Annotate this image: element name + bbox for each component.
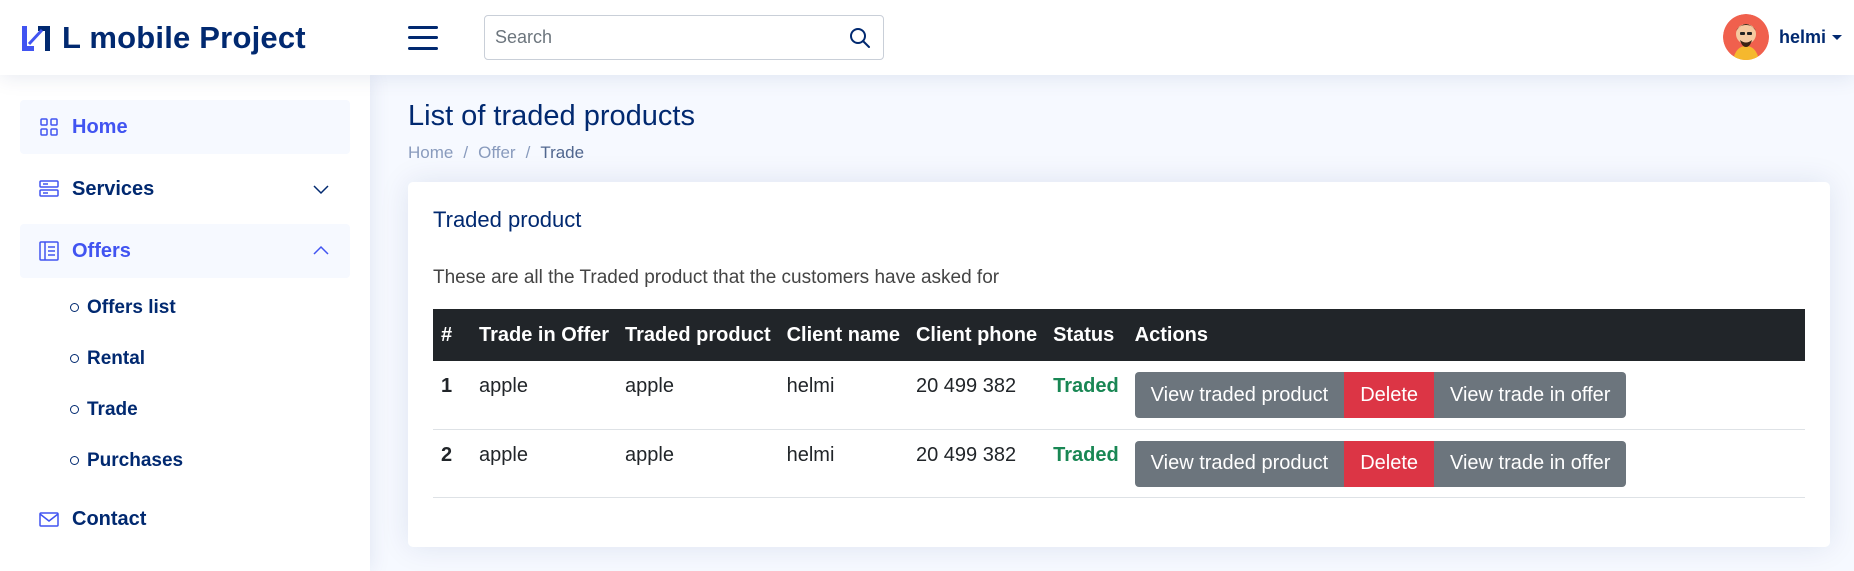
status-badge: Traded (1053, 375, 1119, 397)
breadcrumb-home[interactable]: Home (408, 143, 453, 163)
logo-text: L mobile Project (62, 19, 306, 55)
submenu-item-purchases[interactable]: Purchases (70, 435, 350, 486)
sidebar-item-label: Contact (72, 507, 147, 530)
column-header-client-name: Client name (786, 323, 900, 346)
circle-icon (70, 303, 79, 312)
status-badge: Traded (1053, 443, 1119, 466)
cell-index: 1 (441, 375, 453, 397)
search-input[interactable] (485, 27, 837, 48)
sidebar-item-home[interactable]: Home (20, 100, 350, 154)
submenu-item-label: Purchases (87, 449, 184, 471)
cell-actions: View traded product Delete View trade in… (1127, 361, 1805, 429)
avatar (1722, 14, 1769, 60)
cell-client-phone: 20 499 382 (915, 443, 1017, 466)
delete-button[interactable]: Delete (1344, 440, 1434, 487)
column-header-index: # (441, 323, 453, 346)
breadcrumb-offer[interactable]: Offer (478, 143, 515, 163)
column-header-trade-in-offer: Trade in Offer (479, 323, 610, 346)
envelope-icon (38, 508, 60, 530)
cell-client-name: helmi (786, 375, 835, 397)
sidebar-item-label: Offers (72, 239, 131, 262)
table-row: 1 apple apple helmi 20 499 382 Traded Vi… (433, 361, 1805, 429)
submenu-item-rental[interactable]: Rental (70, 333, 350, 384)
sidebar-item-contact[interactable]: Contact (20, 492, 350, 546)
layout-text-icon (38, 240, 60, 262)
traded-product-card: Traded product These are all the Traded … (408, 182, 1830, 547)
column-header-traded-product: Traded product (625, 323, 771, 346)
toggle-sidebar-icon[interactable] (408, 25, 438, 50)
traded-products-table: # Trade in Offer Traded product Client n… (433, 309, 1805, 498)
sidebar-item-label: Home (72, 115, 128, 138)
cell-traded-product: apple (625, 375, 674, 397)
view-trade-in-offer-button[interactable]: View trade in offer (1434, 372, 1627, 418)
view-traded-product-button[interactable]: View traded product (1134, 372, 1345, 418)
search-icon (850, 27, 870, 48)
sidebar: Home Services Offers Offers list Rental … (0, 75, 370, 571)
column-header-status: Status (1053, 323, 1115, 346)
circle-icon (70, 405, 79, 414)
cell-trade-in-offer: apple (479, 375, 528, 397)
submenu-item-label: Rental (87, 347, 146, 369)
card-description: These are all the Traded product that th… (433, 267, 1000, 288)
view-traded-product-button[interactable]: View traded product (1134, 440, 1345, 487)
column-header-actions: Actions (1134, 323, 1208, 346)
circle-icon (70, 456, 79, 465)
logo-icon (22, 25, 50, 51)
chevron-down-icon (313, 185, 329, 195)
table-header-row: # Trade in Offer Traded product Client n… (433, 309, 1805, 361)
sidebar-item-offers[interactable]: Offers (20, 224, 350, 278)
profile-dropdown[interactable]: helmi (1722, 14, 1842, 60)
profile-name: helmi (1778, 26, 1826, 47)
grid-icon (38, 116, 60, 138)
submenu-item-trade[interactable]: Trade (70, 384, 350, 435)
server-icon (38, 178, 60, 200)
cell-index: 2 (441, 443, 453, 466)
breadcrumb-separator: / (463, 143, 469, 162)
search-bar (484, 15, 884, 60)
cell-trade-in-offer: apple (479, 443, 528, 466)
chevron-up-icon (313, 245, 329, 255)
breadcrumb-separator: / (525, 143, 531, 162)
cell-client-phone: 20 499 382 (915, 375, 1017, 397)
caret-down-icon (1832, 34, 1842, 40)
sidebar-item-label: Services (72, 177, 155, 200)
logo[interactable]: L mobile Project (20, 20, 390, 56)
cell-actions: View traded product Delete View trade in… (1127, 429, 1805, 497)
view-trade-in-offer-button[interactable]: View trade in offer (1434, 440, 1627, 487)
card-title: Traded product (433, 207, 582, 232)
offers-submenu: Offers list Rental Trade Purchases (20, 282, 350, 486)
actions-button-group: View traded product Delete View trade in… (1134, 372, 1627, 418)
search-button[interactable] (837, 16, 883, 59)
submenu-item-label: Offers list (87, 296, 176, 318)
top-header: L mobile Project helmi (0, 0, 1854, 75)
submenu-item-offers-list[interactable]: Offers list (70, 282, 350, 333)
table-row: 2 apple apple helmi 20 499 382 Traded Vi… (433, 429, 1805, 497)
column-header-client-phone: Client phone (915, 323, 1038, 346)
breadcrumb: Home / Offer / Trade (408, 143, 1830, 163)
submenu-item-label: Trade (87, 398, 138, 420)
cell-traded-product: apple (625, 443, 674, 466)
breadcrumb-trade: Trade (540, 143, 585, 162)
page-title: List of traded products (408, 100, 695, 132)
cell-client-name: helmi (786, 443, 835, 466)
main-content: List of traded products Home / Offer / T… (408, 75, 1830, 547)
sidebar-item-services[interactable]: Services (20, 162, 350, 216)
circle-icon (70, 354, 79, 363)
actions-button-group: View traded product Delete View trade in… (1134, 440, 1627, 487)
delete-button[interactable]: Delete (1344, 372, 1434, 418)
